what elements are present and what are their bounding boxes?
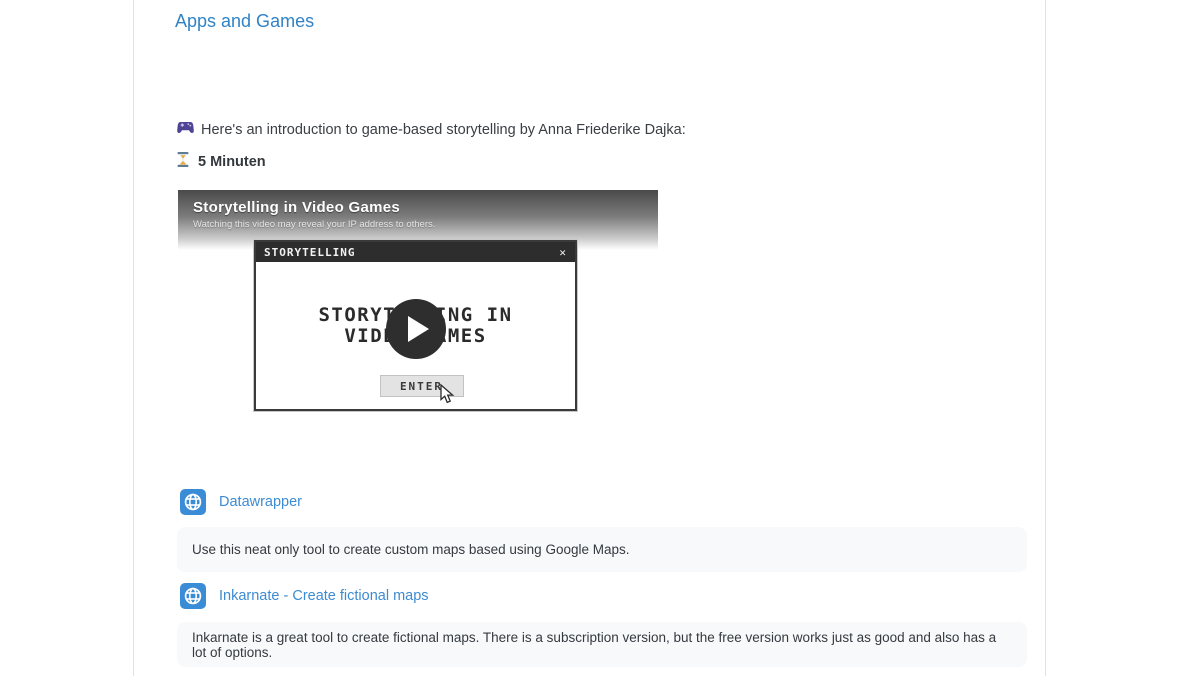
- video-thumbnail-window[interactable]: STORYTELLING ✕ STORYTELLING IN VIDEO GAM…: [254, 240, 577, 411]
- thumbnail-body: STORYTELLING IN VIDEO GAMES ENTER: [256, 262, 575, 409]
- resource-label[interactable]: Inkarnate - Create fictional maps: [219, 588, 429, 604]
- duration-line: 5 Minuten: [177, 152, 266, 171]
- course-section-page: Apps and Games Here's an introduction to…: [0, 0, 1200, 676]
- close-icon[interactable]: ✕: [559, 246, 567, 259]
- thumbnail-window-title: STORYTELLING: [264, 246, 355, 259]
- section-title: Apps and Games: [175, 11, 314, 32]
- duration-text: 5 Minuten: [198, 154, 266, 170]
- video-embed[interactable]: Storytelling in Video Games Watching thi…: [178, 190, 658, 460]
- thumbnail-titlebar: STORYTELLING ✕: [256, 242, 575, 262]
- play-icon: [408, 316, 429, 342]
- gamepad-icon: [177, 121, 194, 138]
- hourglass-icon: [177, 152, 189, 171]
- intro-text: Here's an introduction to game-based sto…: [201, 122, 686, 138]
- video-title: Storytelling in Video Games: [193, 199, 643, 216]
- play-button[interactable]: [386, 299, 446, 359]
- globe-icon[interactable]: [180, 583, 206, 609]
- resource-link-inkarnate[interactable]: Inkarnate - Create fictional maps: [180, 583, 429, 609]
- resource-link-datawrapper[interactable]: Datawrapper: [180, 489, 302, 515]
- intro-text-line: Here's an introduction to game-based sto…: [177, 121, 686, 138]
- resource-label[interactable]: Datawrapper: [219, 494, 302, 510]
- cursor-arrow-icon: [440, 384, 457, 409]
- content-left-border: [133, 0, 134, 676]
- resource-description: Use this neat only tool to create custom…: [177, 527, 1027, 572]
- globe-icon[interactable]: [180, 489, 206, 515]
- content-right-border: [1045, 0, 1046, 676]
- video-privacy-notice: Watching this video may reveal your IP a…: [193, 219, 643, 230]
- resource-description: Inkarnate is a great tool to create fict…: [177, 622, 1027, 667]
